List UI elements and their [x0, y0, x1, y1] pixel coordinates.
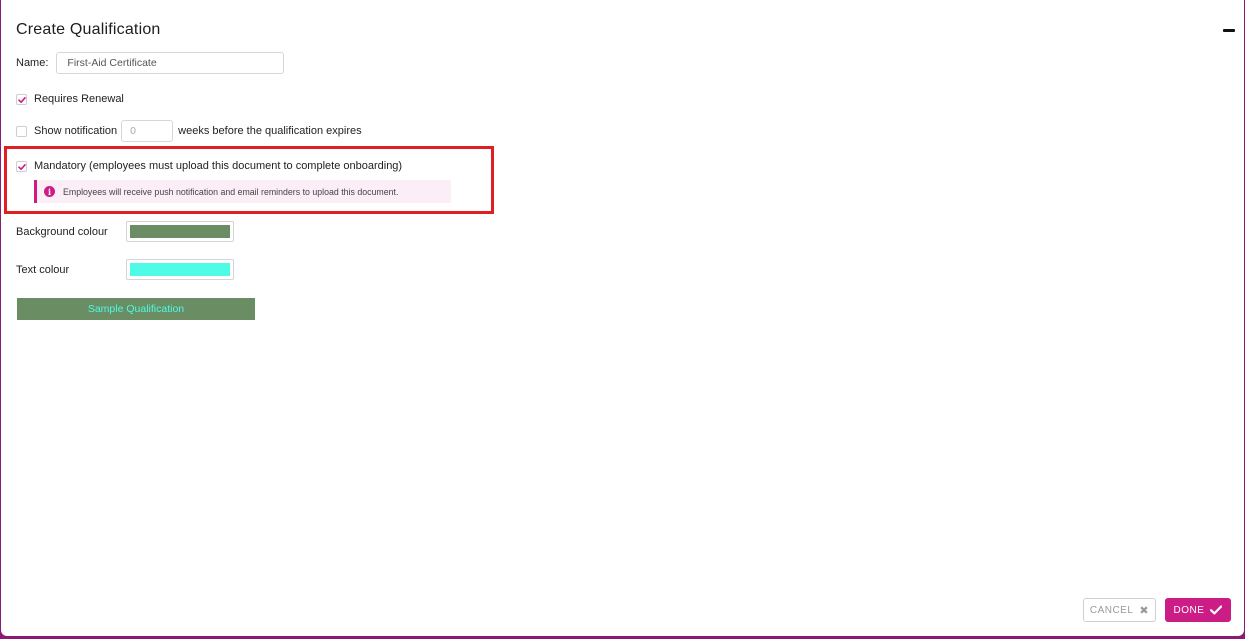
requires-renewal-checkbox[interactable]	[16, 93, 27, 105]
dialog-title: Create Qualification	[16, 21, 161, 38]
name-row: Name:	[16, 52, 285, 74]
background-colour-label: Background colour	[16, 225, 108, 238]
text-colour-picker[interactable]	[126, 259, 234, 280]
show-notification-row: Show notification weeks before the quali…	[16, 120, 362, 142]
weeks-suffix-label: weeks before the qualification expires	[178, 125, 362, 137]
cancel-button[interactable]: CANCEL ✖	[1083, 598, 1156, 622]
mandatory-label: Mandatory (employees must upload this do…	[34, 160, 403, 172]
close-icon: ✖	[1139, 604, 1150, 617]
checkmark-icon	[18, 163, 26, 170]
mandatory-row: Mandatory (employees must upload this do…	[16, 160, 402, 172]
text-colour-label: Text colour	[16, 263, 70, 276]
background-colour-swatch	[130, 225, 230, 238]
done-button[interactable]: DONE	[1165, 598, 1231, 622]
create-qualification-dialog: Create Qualification Name: Requires Rene…	[1, 0, 1244, 636]
weeks-input[interactable]	[121, 120, 174, 142]
name-input[interactable]	[56, 52, 285, 74]
mandatory-checkbox[interactable]	[16, 160, 27, 172]
info-icon: i	[44, 186, 55, 197]
done-label: DONE	[1173, 604, 1205, 616]
mandatory-info-banner: i Employees will receive push notificati…	[34, 180, 451, 203]
minimize-button[interactable]	[1218, 17, 1240, 39]
background-colour-row: Background colour	[16, 221, 234, 242]
background-colour-picker[interactable]	[126, 221, 234, 242]
show-notification-label: Show notification	[34, 125, 118, 137]
info-text: Employees will receive push notification…	[63, 186, 399, 197]
checkmark-icon	[1210, 605, 1223, 615]
requires-renewal-label: Requires Renewal	[34, 93, 124, 105]
show-notification-checkbox[interactable]	[16, 125, 27, 137]
cancel-label: CANCEL	[1089, 604, 1134, 616]
requires-renewal-row: Requires Renewal	[16, 93, 124, 105]
name-label: Name:	[16, 57, 49, 69]
sample-qualification-label: Sample Qualification	[87, 303, 185, 315]
checkmark-icon	[18, 96, 26, 103]
text-colour-row: Text colour	[16, 259, 234, 280]
text-colour-swatch	[130, 263, 230, 276]
sample-qualification-preview: Sample Qualification	[17, 298, 255, 320]
minimize-icon	[1223, 29, 1235, 32]
